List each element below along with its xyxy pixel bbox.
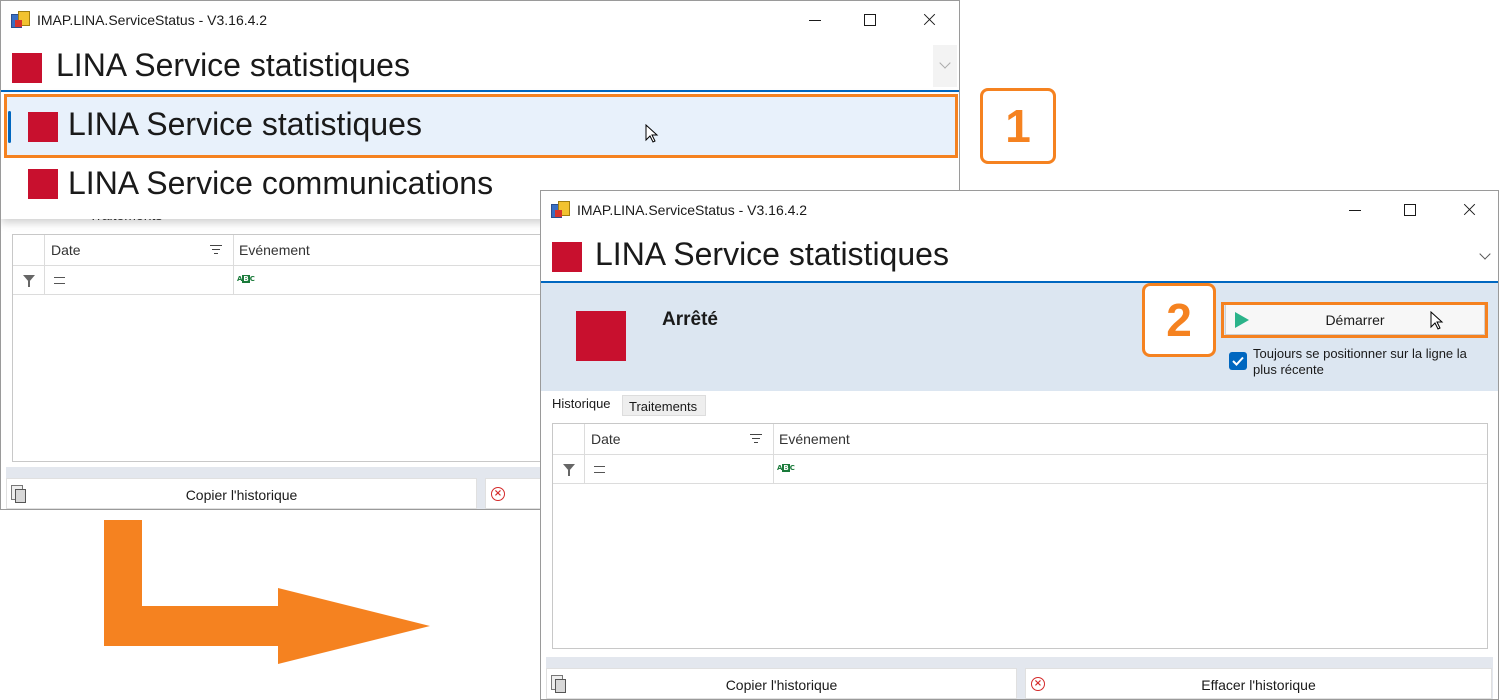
chevron-down-icon xyxy=(939,57,951,69)
tab-historique-label: Historique xyxy=(552,396,611,411)
maximize-button[interactable] xyxy=(1387,191,1433,229)
maximize-icon xyxy=(864,14,876,26)
status-indicator xyxy=(576,311,626,361)
window-title: IMAP.LINA.ServiceStatus - V3.16.4.2 xyxy=(37,12,268,28)
window-2: IMAP.LINA.ServiceStatus - V3.16.4.2 LINA… xyxy=(540,190,1499,700)
service-selector[interactable]: LINA Service statistiques xyxy=(541,231,1498,281)
service-selector[interactable]: LINA Service statistiques xyxy=(1,41,959,91)
close-button[interactable] xyxy=(906,1,952,39)
cursor-icon xyxy=(645,124,659,143)
checkbox-label[interactable]: Toujours se positionner sur la ligne la … xyxy=(1253,346,1483,378)
callout-1: 1 xyxy=(980,88,1056,164)
copy-history-label: Copier l'historique xyxy=(725,677,838,693)
history-grid: Date Evénement ABC xyxy=(12,234,572,462)
status-text: Arrêté xyxy=(662,309,718,330)
selector-underline xyxy=(1,90,959,92)
selector-dropdown-button[interactable] xyxy=(933,45,957,87)
dropdown-item-label: LINA Service communications xyxy=(68,165,494,201)
service-status-icon xyxy=(552,242,582,272)
equals-icon[interactable] xyxy=(54,277,65,284)
chevron-down-icon[interactable] xyxy=(1479,248,1491,260)
tab-traitements[interactable]: Traitements xyxy=(622,395,706,416)
highlight-box-1 xyxy=(4,94,958,158)
app-icon xyxy=(11,11,30,29)
grid-filter-row: ABC xyxy=(553,454,1487,484)
maximize-icon xyxy=(1404,204,1416,216)
title-bar: IMAP.LINA.ServiceStatus - V3.16.4.2 xyxy=(541,191,1498,229)
grid-header: Date Evénement xyxy=(553,424,1487,484)
tab-strip: Historique Traitements xyxy=(546,392,1493,416)
sort-icon[interactable] xyxy=(210,245,222,255)
column-event[interactable]: Evénement xyxy=(239,242,310,258)
cursor-icon xyxy=(1430,311,1444,330)
clear-history-label: Effacer l'historique xyxy=(1201,677,1316,693)
copy-history-button[interactable]: Copier l'historique xyxy=(6,478,477,509)
close-button[interactable] xyxy=(1446,191,1492,229)
minimize-button[interactable] xyxy=(792,1,838,39)
minimize-icon xyxy=(1349,210,1361,211)
title-bar: IMAP.LINA.ServiceStatus - V3.16.4.2 xyxy=(1,1,959,39)
service-status-icon xyxy=(28,169,58,199)
grid-filter-row: ABC xyxy=(13,265,571,295)
service-selector-value: LINA Service statistiques xyxy=(56,47,410,83)
minimize-icon xyxy=(809,20,821,21)
app-icon xyxy=(551,201,570,219)
service-selector-value: LINA Service statistiques xyxy=(595,236,949,272)
tab-traitements-label: Traitements xyxy=(629,399,698,414)
clear-icon: × xyxy=(491,487,505,501)
column-date[interactable]: Date xyxy=(591,431,621,447)
service-status-icon xyxy=(12,53,42,83)
maximize-button[interactable] xyxy=(847,1,893,39)
clear-history-button[interactable]: × Effacer l'historique xyxy=(1025,668,1492,699)
highlight-box-2 xyxy=(1221,302,1488,338)
checkbox-icon[interactable] xyxy=(1229,352,1247,370)
equals-icon[interactable] xyxy=(594,466,605,473)
abc-icon[interactable]: ABC xyxy=(777,464,795,472)
grid-header: Date Evénement xyxy=(13,235,571,295)
copy-history-label: Copier l'historique xyxy=(185,487,298,503)
tab-historique[interactable]: Historique xyxy=(546,392,620,416)
history-grid: Date Evénement ABC xyxy=(552,423,1488,649)
column-event[interactable]: Evénement xyxy=(779,431,850,447)
window-title: IMAP.LINA.ServiceStatus - V3.16.4.2 xyxy=(577,202,808,218)
sort-icon[interactable] xyxy=(750,434,762,444)
abc-icon[interactable]: ABC xyxy=(237,275,255,283)
arrow-icon xyxy=(104,520,430,664)
clear-history-button-partial[interactable]: × xyxy=(485,478,545,509)
column-date[interactable]: Date xyxy=(51,242,81,258)
minimize-button[interactable] xyxy=(1332,191,1378,229)
callout-2: 2 xyxy=(1142,283,1216,357)
copy-history-button[interactable]: Copier l'historique xyxy=(546,668,1017,699)
